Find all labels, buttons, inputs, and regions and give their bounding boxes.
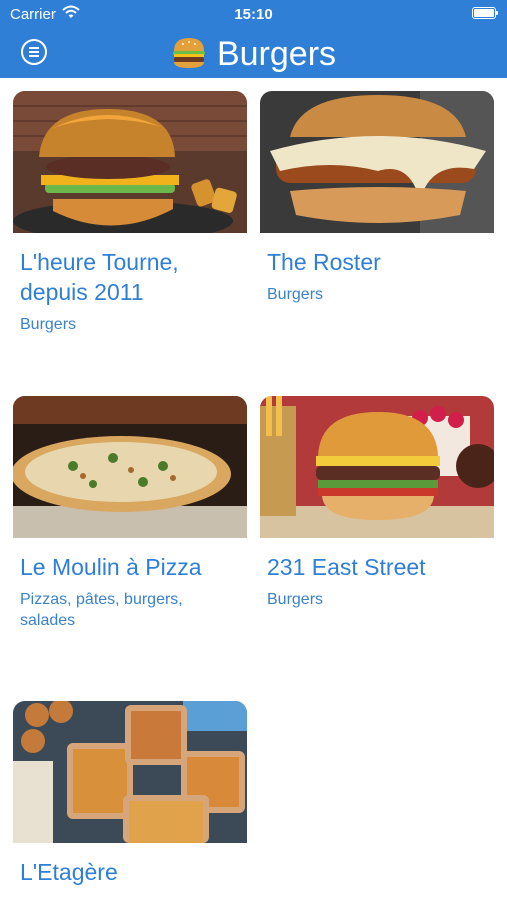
restaurant-category: Burgers (267, 591, 324, 608)
nav-title-text: Burgers (216, 35, 337, 73)
restaurant-category: Burgers (267, 286, 324, 303)
nav-bar: Burgers (0, 28, 507, 78)
restaurant-photo (13, 396, 247, 538)
restaurant-name[interactable]: L'Etagère (20, 857, 246, 887)
restaurant-name[interactable]: Le Moulin à Pizza (20, 552, 246, 582)
restaurant-photo (260, 396, 494, 538)
restaurant-photo (13, 91, 247, 233)
restaurant-category: Pizzas, pâtes, burgers, salades (20, 591, 183, 629)
status-time: 15:10 (234, 6, 273, 23)
restaurant-category: Burgers (20, 316, 77, 333)
restaurant-name[interactable]: The Roster (267, 247, 493, 277)
burger-emoji-icon (172, 38, 205, 68)
restaurant-name[interactable]: L'heure Tourne, depuis 2011 (20, 247, 246, 307)
restaurant-photo (13, 701, 247, 843)
restaurant-card[interactable]: L'heure Tourne, depuis 2011 Burgers (13, 91, 247, 381)
restaurant-card[interactable]: The Roster Burgers (260, 91, 494, 381)
restaurant-card[interactable]: L'Etagère (13, 701, 247, 900)
restaurant-card[interactable]: Le Moulin à Pizza Pizzas, pâtes, burgers… (13, 396, 247, 686)
battery-icon (472, 7, 498, 19)
restaurant-card[interactable]: 231 East Street Burgers (260, 396, 494, 686)
restaurant-name[interactable]: 231 East Street (267, 552, 493, 582)
restaurant-photo (260, 91, 494, 233)
restaurant-grid: L'heure Tourne, depuis 2011 Burgers The … (0, 78, 507, 900)
status-bar: Carrier 15:10 (0, 0, 507, 28)
page-title: Burgers (0, 34, 507, 74)
